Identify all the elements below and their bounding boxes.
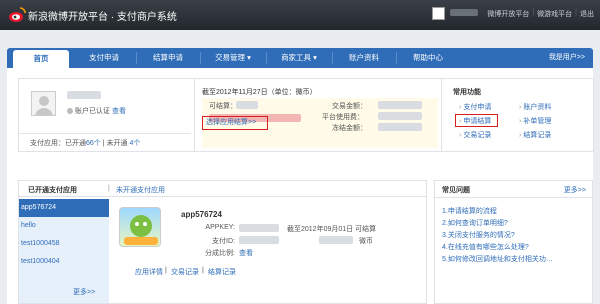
settleable-label: 可结算： <box>209 103 237 110</box>
separator: | <box>532 9 535 16</box>
app-settlement-records-link[interactable]: 结算记录 <box>208 267 236 277</box>
apps-count: 支付应用：已开通66个 | 未开通 4个 <box>19 133 191 152</box>
quick-functions: 常用功能 支付申请 账户资料 申请结算 补单管理 交易记录 结算记录 <box>447 79 593 151</box>
faq-title: 常见问题 <box>442 187 470 194</box>
app-icon-banner <box>124 237 158 245</box>
avatar-head <box>39 96 49 106</box>
nav-tab-settlement-apply[interactable]: 结算申请 <box>137 48 199 68</box>
closed-apps-count-link[interactable]: 4个 <box>129 140 140 147</box>
frozen-amount-label: 冻结金额： <box>332 125 367 132</box>
app-list-item[interactable]: test1000458 <box>19 235 109 253</box>
settle-date-text: 截至2012年09月01日 可结算 <box>287 226 377 233</box>
account-summary: 账户已认证 查看 支付应用：已开通66个 | 未开通 4个 截至2012年11月… <box>18 78 594 152</box>
verify-text: 账户已认证 <box>75 108 110 115</box>
separator: | <box>575 9 577 16</box>
top-link-game-platform[interactable]: 微游戏平台 <box>537 9 572 19</box>
select-app-settle-link[interactable]: 选择应用结算>> <box>202 116 268 130</box>
apps-count-mid: | 未开通 <box>102 140 128 147</box>
quick-functions-title: 常用功能 <box>453 89 481 96</box>
appkey-label: APPKEY: <box>205 224 235 231</box>
app-list: app576724 hello test1000458 test1000404 … <box>19 199 109 303</box>
separator: | <box>202 267 204 274</box>
faq-item[interactable]: 2.如何查询订单明细? <box>442 218 590 228</box>
platform-fee-label: 平台使用费： <box>322 114 364 121</box>
open-apps-count-link[interactable]: 66个 <box>86 140 101 147</box>
top-links: 微博开放平台 | 微游戏平台 | 退出 <box>487 9 594 19</box>
trade-amount-label: 交易金额： <box>332 103 367 110</box>
app-icon-character <box>130 215 152 237</box>
app-list-item[interactable]: hello <box>19 217 109 235</box>
trade-amount-redacted <box>378 101 422 109</box>
nav-tab-trade-management[interactable]: 交易管理 ▾ <box>201 48 265 68</box>
tab-open-apps[interactable]: 已开通支付应用 <box>28 185 77 195</box>
app-icon-eye <box>143 222 147 226</box>
nav-label: 商家工具 <box>281 53 312 62</box>
balance-panel: 截至2012年11月27日（单位：微币） 可结算： 交易金额： 平台使用费： 冻… <box>194 79 442 151</box>
quick-link-settlement-records[interactable]: 结算记录 <box>519 130 551 140</box>
nav-tab-payment-apply[interactable]: 支付申请 <box>73 48 135 68</box>
app-details-link[interactable]: 应用详情 <box>135 267 163 277</box>
nav-label: 交易管理 <box>215 53 246 62</box>
nav-tab-home[interactable]: 首页 <box>13 50 69 68</box>
faq-item[interactable]: 1.申请结算的流程 <box>442 206 590 216</box>
app-icon[interactable] <box>119 207 161 247</box>
app-list-item[interactable]: app576724 <box>19 199 109 217</box>
payment-apps-panel: 已开通支付应用 | 未开通支付应用 app576724 hello test10… <box>18 180 427 304</box>
user-avatar[interactable] <box>432 7 445 20</box>
faq-more-link[interactable]: 更多>> <box>564 185 586 195</box>
faq-item[interactable]: 4.在线充值有哪些怎么处理? <box>442 242 590 252</box>
verified-icon <box>67 108 73 114</box>
unit-text: 微币 <box>359 238 373 245</box>
verify-view-link[interactable]: 查看 <box>112 106 126 116</box>
appkey-value-redacted <box>239 224 279 232</box>
tab-unopen-apps[interactable]: 未开通支付应用 <box>116 185 165 195</box>
app-list-more-link[interactable]: 更多>> <box>73 287 95 297</box>
switch-to-user-link[interactable]: 我是用户>> <box>549 48 585 68</box>
site-title: 新浪微博开放平台 · 支付商户系统 <box>28 12 177 23</box>
nav-tab-account-info[interactable]: 账户资料 <box>333 48 395 68</box>
faq-item[interactable]: 5.如何修改回调地址和支付相关功… <box>442 254 590 264</box>
chevron-down-icon: ▾ <box>247 53 251 62</box>
settleable-value-redacted <box>236 101 258 109</box>
faq-item[interactable]: 3.关闭支付服务的情况? <box>442 230 590 240</box>
payment-id-redacted <box>239 236 279 244</box>
app-list-item[interactable]: test1000404 <box>19 253 109 271</box>
balance-date: 截至2012年11月27日（单位：微币） <box>202 89 317 96</box>
main-content: 账户已认证 查看 支付应用：已开通66个 | 未开通 4个 截至2012年11月… <box>7 68 594 304</box>
apps-tabs: 已开通支付应用 | 未开通支付应用 <box>19 181 426 197</box>
frozen-amount-redacted <box>378 123 422 131</box>
faq-panel: 常见问题 更多>> 1.申请结算的流程 2.如何查询订单明细? 3.关闭支付服务… <box>434 180 593 304</box>
verify-status: 账户已认证 查看 <box>67 106 126 116</box>
user-name-redacted[interactable] <box>450 9 478 16</box>
nav-tab-help-center[interactable]: 帮助中心 <box>397 48 459 68</box>
quick-link-apply-settlement[interactable]: 申请结算 <box>459 116 491 126</box>
separator: | <box>108 185 110 192</box>
quick-link-account-info[interactable]: 账户资料 <box>519 102 551 112</box>
split-ratio-label: 分成比例: <box>205 250 235 257</box>
divider <box>435 197 592 198</box>
quick-link-trade-records[interactable]: 交易记录 <box>459 130 491 140</box>
top-link-open-platform[interactable]: 微博开放平台 <box>487 9 529 19</box>
nav-tab-merchant-tools[interactable]: 商家工具 ▾ <box>267 48 331 68</box>
main-nav: 首页 支付申请 结算申请 交易管理 ▾ 商家工具 ▾ 账户资料 帮助中心 我是用… <box>7 48 593 68</box>
app-trade-records-link[interactable]: 交易记录 <box>171 267 199 277</box>
top-bar: 新浪微博开放平台 · 支付商户系统 微博开放平台 | 微游戏平台 | 退出 <box>0 0 600 30</box>
avatar-body <box>35 108 53 115</box>
settle-amount-redacted <box>319 236 353 244</box>
payment-id-label: 支付ID: <box>212 238 235 245</box>
chevron-down-icon: ▾ <box>313 53 317 62</box>
split-ratio-view-link[interactable]: 查看 <box>239 248 253 258</box>
weibo-logo-icon[interactable] <box>8 6 26 24</box>
account-avatar <box>31 91 56 116</box>
quick-link-payment-apply[interactable]: 支付申请 <box>459 102 491 112</box>
separator: | <box>165 267 167 274</box>
app-icon-eye <box>135 222 139 226</box>
apps-count-prefix: 支付应用：已开通 <box>30 140 86 147</box>
quick-link-supplement-orders[interactable]: 补单管理 <box>519 116 551 126</box>
platform-fee-redacted <box>378 112 422 120</box>
account-name-redacted <box>67 91 101 99</box>
logout-link[interactable]: 退出 <box>580 9 594 19</box>
app-detail-name: app576724 <box>181 210 222 219</box>
